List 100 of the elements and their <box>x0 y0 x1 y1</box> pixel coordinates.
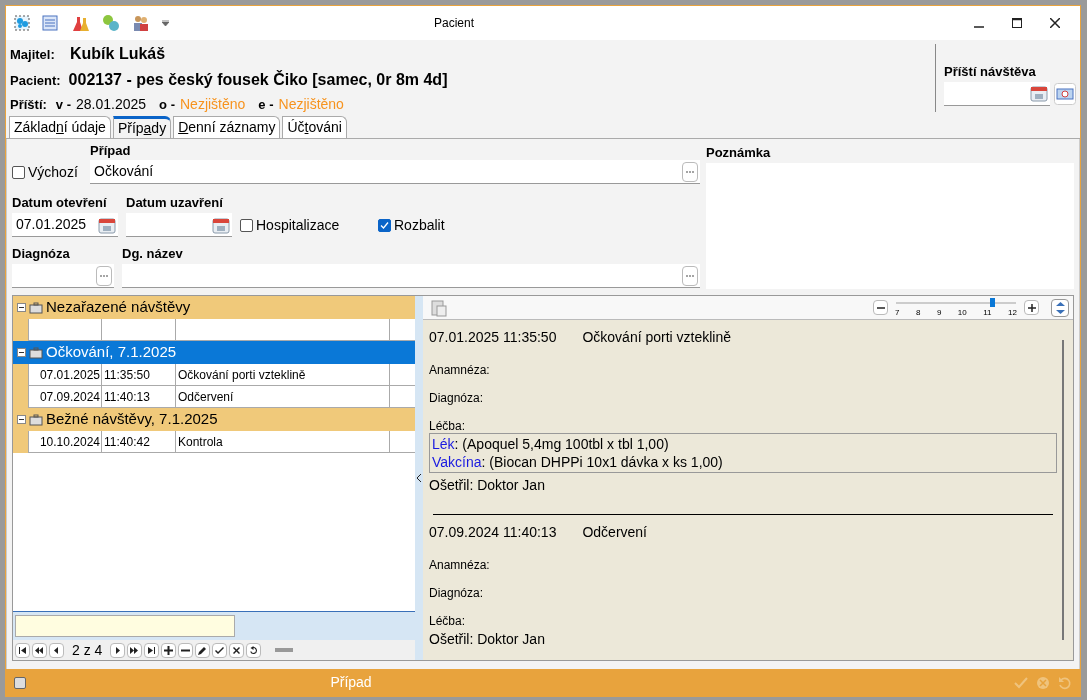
calendar-icon[interactable] <box>98 215 116 234</box>
flask-icon[interactable] <box>70 14 90 32</box>
opened-label: Datum otevření <box>12 193 108 212</box>
grip-icon[interactable] <box>275 648 294 652</box>
tree-row[interactable]: 10.10.2024 11:40:42 Kontrola <box>13 431 415 453</box>
next-visit-field[interactable] <box>944 81 1050 106</box>
first-icon <box>18 645 27 655</box>
app-icon <box>14 15 30 31</box>
next-button[interactable] <box>110 642 126 658</box>
cancel-button[interactable] <box>229 642 245 658</box>
ellipsis-icon <box>686 170 694 173</box>
default-checkbox-label: Výchozí <box>28 162 78 182</box>
zoom-slider[interactable] <box>896 298 1016 308</box>
table-cell: 10.10.2024 <box>28 431 102 453</box>
table-cell <box>390 319 415 341</box>
zoom-in-button[interactable] <box>1024 300 1039 315</box>
add-button[interactable] <box>161 642 177 658</box>
next-item-value: Nezjištěno <box>180 94 246 114</box>
entry-datetime: 07.09.2024 11:40:13 <box>429 522 557 542</box>
splitter-handle[interactable] <box>416 474 422 482</box>
checkbox[interactable] <box>240 218 253 232</box>
maximize-icon[interactable] <box>1012 18 1022 28</box>
last-button[interactable] <box>144 642 160 658</box>
refresh-button[interactable] <box>246 642 262 658</box>
remove-button[interactable] <box>178 642 194 658</box>
status-title: Případ <box>329 673 373 692</box>
tab[interactable]: Základní údaje <box>9 116 111 138</box>
ellipsis-icon <box>100 274 108 277</box>
prev-page-icon <box>35 645 44 655</box>
edit-button[interactable] <box>195 642 211 658</box>
next-item-label: v - <box>55 95 71 114</box>
zoom-out-button[interactable] <box>873 300 888 315</box>
record-position: 2 z 4 <box>71 640 104 660</box>
people-icon[interactable] <box>132 14 150 32</box>
schedule-icon[interactable] <box>1054 82 1076 105</box>
filter-field[interactable] <box>15 615 235 637</box>
next-icon <box>113 645 123 655</box>
edit-icon <box>198 645 208 655</box>
zoom-tick: 8 <box>915 308 921 317</box>
table-cell: 07.01.2025 <box>28 364 102 386</box>
table-cell: 07.09.2024 <box>28 386 102 408</box>
tab[interactable]: Účtováni <box>282 116 347 138</box>
table-cell: 11:40:42 <box>102 431 176 453</box>
prev-page-button[interactable] <box>32 642 47 658</box>
closed-date-field[interactable] <box>126 213 232 237</box>
closed-label: Datum uzavření <box>126 193 223 212</box>
next-item-label: e - <box>258 95 274 114</box>
collapse-icon[interactable] <box>17 415 26 424</box>
entry-field-label: Léčba: <box>429 613 467 627</box>
prev-button[interactable] <box>49 642 64 658</box>
close-icon[interactable] <box>1050 18 1060 28</box>
tab[interactable]: Případy <box>112 116 172 138</box>
next-item-value: Nezjištěno <box>278 94 344 114</box>
first-button[interactable] <box>15 642 30 658</box>
last-icon <box>147 645 157 655</box>
slider-thumb[interactable] <box>990 298 995 307</box>
up-down-arrows-icon <box>1055 301 1065 314</box>
prev-icon <box>52 645 61 655</box>
calendar-icon[interactable] <box>1030 84 1048 103</box>
next-item-label: o - <box>159 95 175 114</box>
table-cell: Kontrola <box>176 431 390 453</box>
diagnosis-field[interactable] <box>12 264 114 288</box>
collapse-icon[interactable] <box>17 348 26 357</box>
briefcase-icon <box>29 301 43 314</box>
checkbox[interactable] <box>12 165 25 179</box>
overflow-icon[interactable] <box>162 20 169 26</box>
tree-group-row[interactable]: Nezařazené návštěvy <box>13 296 415 319</box>
case-label: Případ <box>90 142 131 161</box>
briefcase-icon <box>29 346 43 359</box>
confirm-button[interactable] <box>212 642 228 658</box>
entry-title: Odčervení <box>582 522 647 542</box>
expand-label: Rozbalit <box>394 215 445 235</box>
entry-field-label: Anamnéza: <box>429 362 491 376</box>
checkbox[interactable] <box>378 218 391 232</box>
next-page-button[interactable] <box>127 642 143 658</box>
case-field[interactable]: Očkování <box>90 160 700 184</box>
table-cell: 11:40:13 <box>102 386 176 408</box>
treatment-line: Lék: (Apoquel 5,4mg 100tbl x tbl 1,00) <box>432 435 670 453</box>
zoom-tick: 7 <box>895 308 900 317</box>
tab[interactable]: Denní záznamy <box>173 116 281 138</box>
check-icon[interactable] <box>1014 675 1028 690</box>
clipboard-icon[interactable] <box>431 298 447 317</box>
status-icon <box>14 676 26 689</box>
dg-name-field[interactable] <box>122 264 700 288</box>
refresh-icon <box>249 645 259 655</box>
opened-date-field[interactable]: 07.01.2025 <box>12 213 118 237</box>
owner-name: Kubík Lukáš <box>70 43 166 64</box>
tree-group-row[interactable]: Očkování, 7.1.2025 <box>13 341 415 364</box>
calendar-icon[interactable] <box>212 215 230 234</box>
entry-doctor: Ošetřil: Doktor Jan <box>429 476 546 495</box>
patient-label: Pacient: <box>10 71 61 90</box>
entry-doctor: Ošetřil: Doktor Jan <box>429 630 546 649</box>
scrollbar-thumb[interactable] <box>1062 340 1064 640</box>
tree-row[interactable]: 07.09.2024 11:40:13 Odčervení <box>13 386 415 408</box>
entry-field-label: Diagnóza: <box>429 585 485 599</box>
expand-toggle-button[interactable] <box>1051 298 1069 317</box>
add-icon <box>164 645 174 655</box>
tree-row[interactable]: 07.01.2025 11:35:50 Očkování porti vzteklině <box>13 364 415 386</box>
collapse-icon[interactable] <box>17 303 26 312</box>
tree-group-row[interactable]: Bežné návštěvy, 7.1.2025 <box>13 408 415 431</box>
